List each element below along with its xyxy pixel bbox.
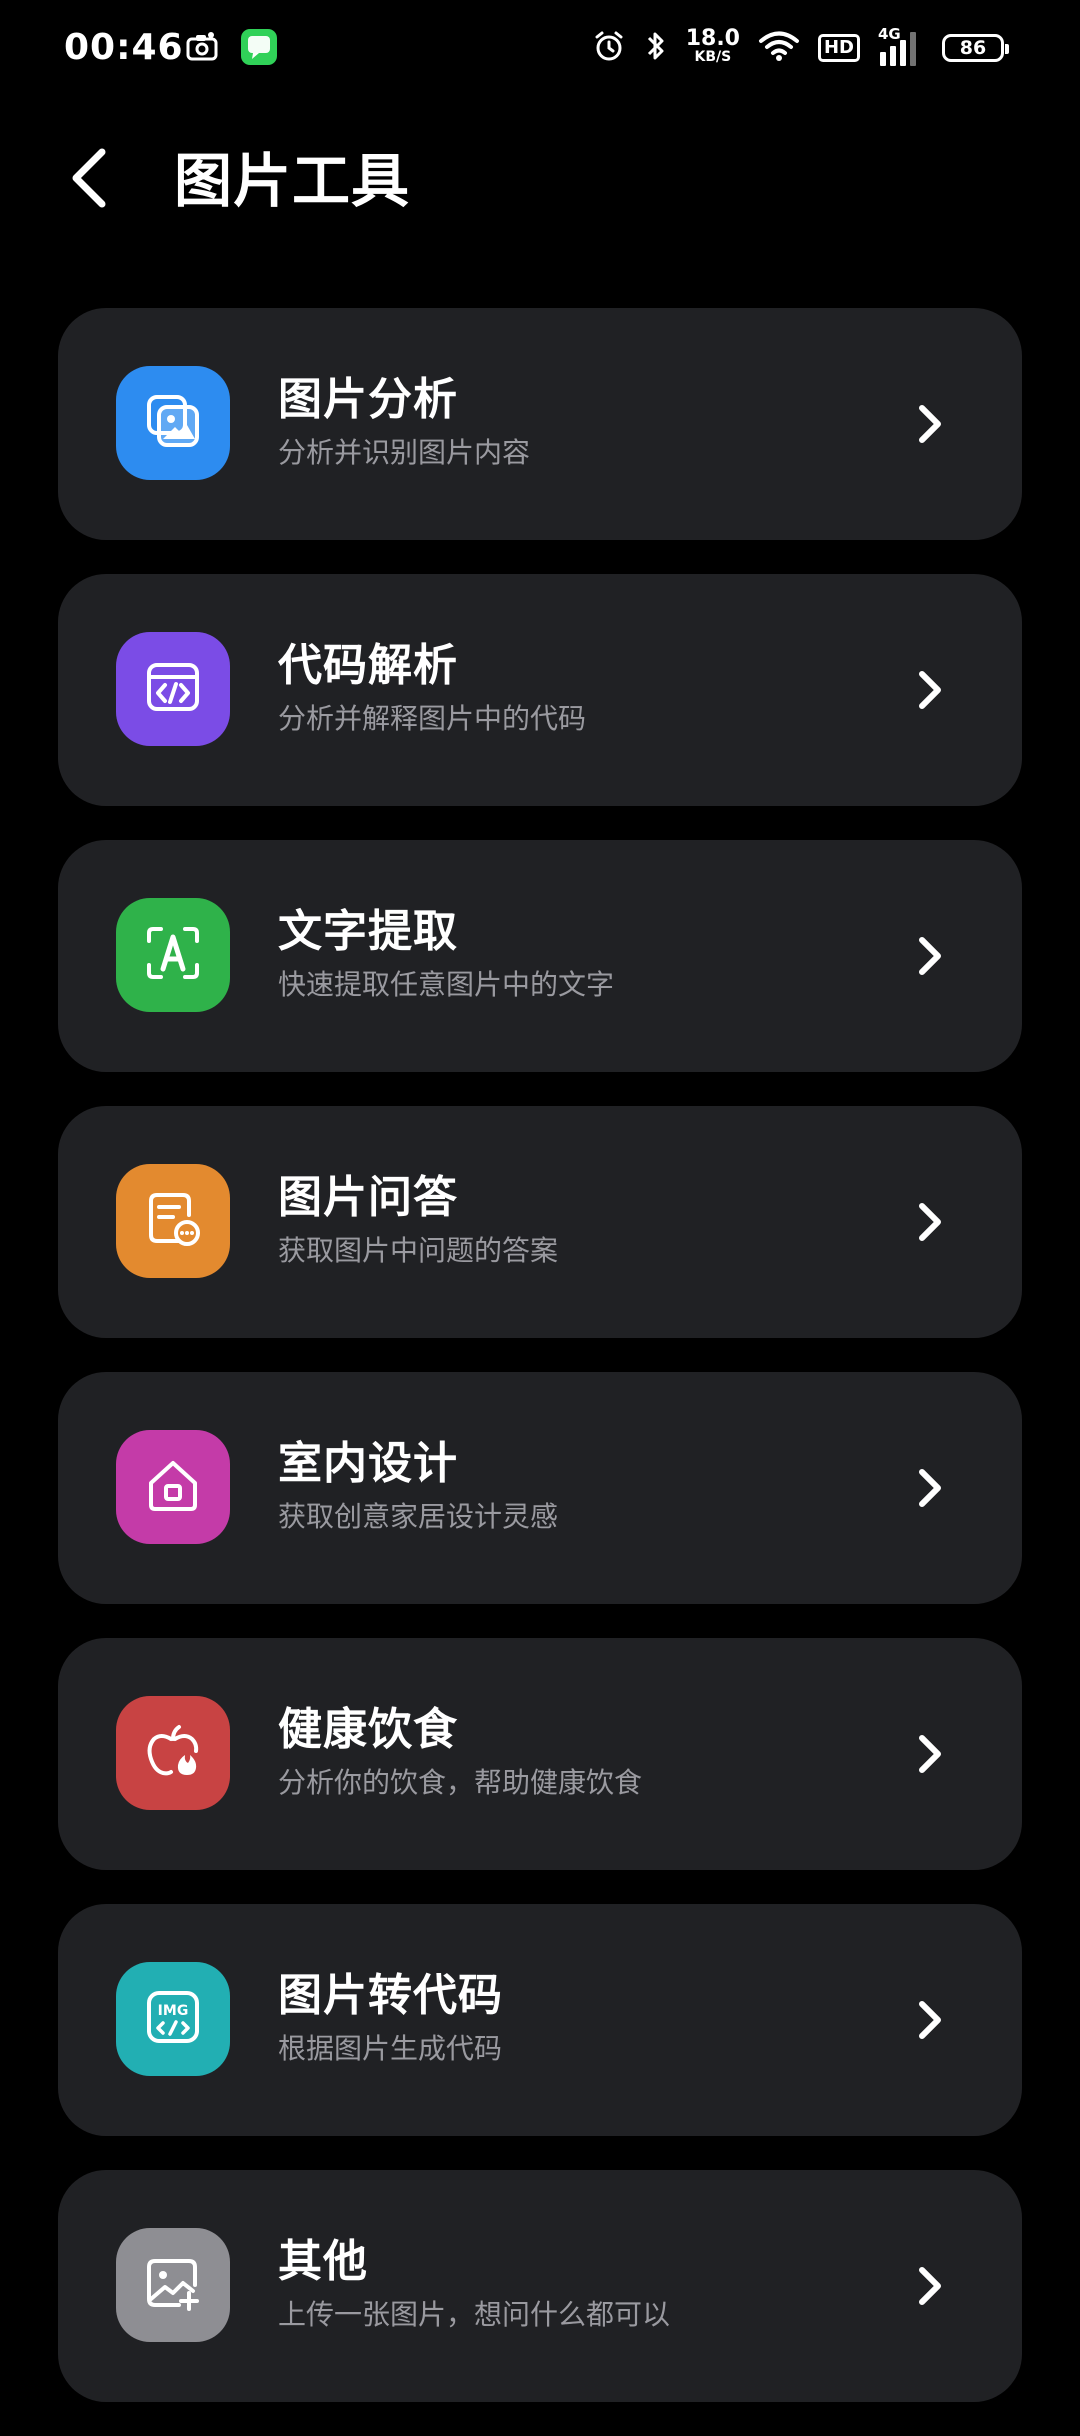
tool-icon-tile — [116, 1430, 230, 1544]
tool-card-image-to-code[interactable]: IMG 图片转代码 根据图片生成代码 — [58, 1904, 1022, 2136]
status-time: 00:46 — [64, 27, 184, 68]
tool-icon-tile — [116, 632, 230, 746]
tool-card-other[interactable]: 其他 上传一张图片，想问什么都可以 — [58, 2170, 1022, 2402]
tool-icon-tile — [116, 1696, 230, 1810]
tool-icon-tile — [116, 2228, 230, 2342]
tool-description: 获取创意家居设计灵感 — [278, 1500, 559, 1533]
tool-description: 快速提取任意图片中的文字 — [278, 968, 615, 1001]
tool-icon-tile — [116, 898, 230, 1012]
tool-name: 图片问答 — [278, 1172, 458, 1223]
system-icons: 18.0 KB/S HD 4G 86 — [592, 24, 1009, 72]
tool-description: 根据图片生成代码 — [278, 2032, 503, 2065]
tool-description: 上传一张图片，想问什么都可以 — [278, 2298, 671, 2331]
tool-name: 其他 — [278, 2236, 368, 2287]
tool-name: 代码解析 — [278, 640, 458, 691]
chevron-right-icon — [908, 1466, 952, 1510]
page-title: 图片工具 — [174, 147, 411, 215]
tool-name: 健康饮食 — [278, 1704, 458, 1755]
messages-app-icon — [240, 28, 278, 70]
tool-name: 图片分析 — [278, 374, 458, 425]
tool-name: 室内设计 — [278, 1438, 458, 1489]
tool-description: 获取图片中问题的答案 — [278, 1234, 559, 1267]
tool-name: 图片转代码 — [278, 1970, 503, 2021]
tool-card-healthy-diet[interactable]: 健康饮食 分析你的饮食，帮助健康饮食 — [58, 1638, 1022, 1870]
apple-flame-icon — [141, 1719, 205, 1787]
tool-name: 文字提取 — [278, 906, 458, 957]
image-add-icon — [141, 2251, 205, 2319]
tool-description: 分析你的饮食，帮助健康饮食 — [278, 1766, 643, 1799]
chevron-right-icon — [908, 1732, 952, 1776]
network-speed-unit: KB/S — [694, 49, 732, 65]
back-button[interactable] — [56, 142, 120, 218]
text-scan-icon — [141, 921, 205, 989]
image-gallery-icon — [141, 389, 205, 457]
battery-icon: 86 — [942, 34, 1009, 62]
tool-description: 分析并解释图片中的代码 — [278, 702, 587, 735]
tool-card-image-analysis[interactable]: 图片分析 分析并识别图片内容 — [58, 308, 1022, 540]
notification-icons — [184, 28, 278, 70]
tool-card-image-qa[interactable]: 图片问答 获取图片中问题的答案 — [58, 1106, 1022, 1338]
network-speed: 18.0 KB/S — [685, 26, 740, 66]
hd-icon: HD — [817, 34, 860, 62]
chevron-left-icon — [66, 146, 110, 214]
chevron-right-icon — [908, 934, 952, 978]
camera-icon — [184, 29, 220, 69]
wifi-icon — [758, 30, 800, 66]
chevron-right-icon — [908, 1998, 952, 2042]
tool-icon-tile: IMG — [116, 1962, 230, 2076]
document-chat-icon — [141, 1187, 205, 1255]
chevron-right-icon — [908, 668, 952, 712]
tool-card-text-extraction[interactable]: 文字提取 快速提取任意图片中的文字 — [58, 840, 1022, 1072]
tool-icon-tile — [116, 366, 230, 480]
alarm-icon — [592, 29, 626, 67]
network-speed-value: 18.0 — [685, 26, 740, 51]
tool-description: 分析并识别图片内容 — [278, 436, 531, 469]
img-code-icon: IMG — [141, 1985, 205, 2053]
house-icon — [141, 1453, 205, 1521]
tool-card-interior-design[interactable]: 室内设计 获取创意家居设计灵感 — [58, 1372, 1022, 1604]
svg-text:IMG: IMG — [158, 2003, 189, 2019]
chevron-right-icon — [908, 402, 952, 446]
cellular-signal-icon: 4G — [878, 26, 924, 68]
tool-list: 图片分析 分析并识别图片内容 代码解析 分析并解释图片中的代码 文字提取 快速提… — [58, 308, 1022, 2436]
tool-card-code-analysis[interactable]: 代码解析 分析并解释图片中的代码 — [58, 574, 1022, 806]
battery-level: 86 — [959, 37, 987, 59]
chevron-right-icon — [908, 1200, 952, 1244]
status-bar: 00:46 18.0 KB/S HD 4G 86 — [0, 0, 1080, 96]
tool-icon-tile — [116, 1164, 230, 1278]
chevron-right-icon — [908, 2264, 952, 2308]
code-window-icon — [141, 655, 205, 723]
bluetooth-icon — [644, 29, 668, 67]
